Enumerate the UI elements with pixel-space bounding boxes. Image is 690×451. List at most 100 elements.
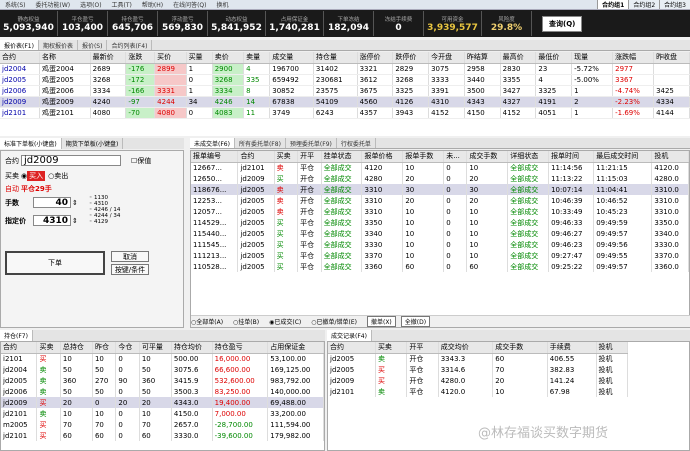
tab-futures-order[interactable]: 期货下单板(小键盘) — [62, 138, 124, 149]
position-row[interactable]: i2101 买 10 10 0 10 500.00 16,000.00 53,100.00 — [1, 353, 324, 364]
deal-row[interactable]: jd2009 买开仓 4280.0 20 141.24 投机 — [328, 375, 629, 386]
position-row[interactable]: jd2004 卖 50 50 0 50 3075.6 66,600.00 169,125.00 — [1, 364, 324, 375]
column-header[interactable]: 合约 — [237, 151, 275, 163]
column-header[interactable]: 昨仓 — [92, 342, 117, 354]
tab-deals[interactable]: 成交记录(F4) — [327, 330, 372, 341]
column-header[interactable]: 总持仓 — [60, 342, 93, 354]
column-header[interactable]: 可平量 — [139, 342, 172, 354]
column-header[interactable]: 名称 — [39, 52, 91, 64]
column-header[interactable]: 卖量 — [243, 52, 271, 64]
tab-standard-order[interactable]: 标准下单板(小键盘) — [0, 138, 62, 149]
column-header[interactable]: 合约 — [328, 342, 376, 354]
quote-row[interactable]: jd2006 鸡蛋2006 3334 -166 3331 1 3334 8 30852 23575… — [0, 85, 690, 97]
query-button[interactable]: 查询(Q) — [542, 15, 583, 32]
qty-input[interactable]: 40 — [33, 197, 71, 208]
position-row[interactable]: jd2005 卖 360 270 90 360 3415.9 532,600.00 983,79… — [1, 375, 324, 386]
column-header[interactable]: 成交量 — [269, 52, 314, 64]
order-row[interactable]: 12667... jd2101 卖平仓 全部成交 4120 10 0 10 全部成交 11:14:… — [191, 162, 689, 173]
condition-button[interactable]: 按键/条件 — [111, 264, 149, 275]
tab-preset-orders[interactable]: 预埋委托单(F9) — [286, 138, 337, 148]
quote-row[interactable]: jd2009 鸡蛋2009 4240 -97 4244 34 4246 14 67838 5410… — [0, 96, 690, 108]
tab-contract-group-3[interactable]: 合约组3 — [659, 0, 690, 9]
position-row[interactable]: jd2009 买 20 0 20 20 4343.0 19,400.00 69,488.00 — [1, 397, 324, 408]
column-header[interactable]: 成交均价 — [438, 342, 494, 354]
column-header[interactable]: 投机 — [596, 342, 629, 354]
tab-quote-table[interactable]: 报价表(F1) — [0, 40, 39, 50]
contract-input[interactable]: jd2009 — [21, 155, 121, 166]
column-header[interactable]: 最高价 — [500, 52, 537, 64]
column-header[interactable]: 昨结算 — [464, 52, 501, 64]
cancel-order-button[interactable]: 撤单(X) — [366, 316, 396, 327]
order-row[interactable]: 111545... jd2005 买平仓 全部成交 3330 10 0 10 全部成交 09:46… — [191, 239, 689, 250]
tab-contract-list[interactable]: 合约列表(F4) — [107, 40, 153, 50]
column-header[interactable]: 跌停价 — [392, 52, 430, 64]
tab-option-quote[interactable]: 期权报价表 — [39, 40, 78, 50]
column-header[interactable]: 最后成交时间 — [593, 151, 653, 163]
filter-pending[interactable]: ○挂单(B) — [233, 317, 264, 326]
column-header[interactable]: 合约 — [0, 52, 40, 64]
quote-row[interactable]: jd2004 鸡蛋2004 2689 -176 2899 1 2900 4 196700 3140… — [0, 63, 690, 75]
position-row[interactable]: jd2006 卖 50 50 0 50 3500.3 83,250.00 140,000.00 — [1, 386, 324, 397]
menu-switch[interactable]: 换机 — [212, 0, 234, 9]
column-header[interactable]: 挂单状态 — [321, 151, 363, 163]
cancel-button[interactable]: 取消 — [111, 251, 149, 262]
menu-tools[interactable]: 工具(T) — [107, 0, 137, 9]
column-header[interactable]: 报单编号 — [191, 151, 239, 163]
quote-row[interactable]: jd2101 鸡蛋2101 4080 -70 4080 0 4083 11 3749 6243 43… — [0, 107, 690, 119]
tab-positions[interactable]: 持仓(F7) — [0, 330, 33, 341]
tab-contract-group-1[interactable]: 合约组1 — [597, 0, 629, 9]
column-header[interactable]: 买卖 — [274, 151, 299, 163]
filter-filled[interactable]: ◉已成交(C) — [269, 317, 306, 326]
tab-all-orders[interactable]: 所有委托单(F8) — [235, 138, 286, 148]
quote-row[interactable]: jd2005 鸡蛋2005 3268 -172 0 3268 335 659492 230681… — [0, 74, 690, 86]
column-header[interactable]: 涨跌 — [125, 52, 156, 64]
menu-help[interactable]: 帮助(H) — [137, 0, 168, 9]
column-header[interactable]: 报单手数 — [402, 151, 445, 163]
column-header[interactable]: 今开盘 — [428, 52, 465, 64]
tab-unfilled[interactable]: 未成交单(F6) — [190, 138, 235, 148]
column-header[interactable]: 报单时间 — [548, 151, 595, 163]
column-header[interactable]: 占用保证金 — [267, 342, 324, 354]
column-header[interactable]: 最低价 — [535, 52, 573, 64]
cancel-all-button[interactable]: 全撤(D) — [400, 316, 431, 327]
deal-row[interactable]: jd2005 买平仓 3314.6 70 382.83 投机 — [328, 364, 629, 375]
column-header[interactable]: 成交手数 — [492, 342, 548, 354]
order-row[interactable]: 114529... jd2005 买平仓 全部成交 3350 10 0 10 全部成交 09:46… — [191, 217, 689, 228]
column-header[interactable]: 开平 — [297, 151, 322, 163]
column-header[interactable]: 卖价 — [212, 52, 245, 64]
tab-quote-s[interactable]: 报价(S) — [78, 40, 108, 50]
qty-stepper[interactable]: ⇕ — [72, 199, 78, 207]
filter-cancelled[interactable]: ○已撤单/错单(E) — [311, 317, 362, 326]
column-header[interactable]: 开平 — [406, 342, 439, 354]
column-header[interactable]: 最新价 — [90, 52, 127, 64]
deal-row[interactable]: jd2101 卖平仓 4120.0 10 67.98 投机 — [328, 386, 629, 397]
column-header[interactable]: 持仓量 — [313, 52, 358, 64]
order-row[interactable]: 12253... jd2005 卖开仓 全部成交 3310 20 0 20 全部成交 10:46:… — [191, 195, 689, 206]
order-row[interactable]: 110528... jd2005 买平仓 全部成交 3360 60 0 60 全部成交 09:25… — [191, 261, 689, 272]
column-header[interactable]: 未... — [443, 151, 468, 163]
menu-options[interactable]: 选项(O) — [75, 0, 106, 9]
column-header[interactable]: 今仓 — [115, 342, 140, 354]
column-header[interactable]: 成交手数 — [466, 151, 509, 163]
order-row[interactable]: 118676... jd2005 卖开仓 全部成交 3310 30 0 30 全部成交 10:07… — [191, 184, 689, 195]
column-header[interactable]: 现量 — [571, 52, 614, 64]
deal-row[interactable]: jd2005 卖开仓 3343.3 60 406.55 投机 — [328, 353, 629, 364]
column-header[interactable]: 手续费 — [547, 342, 597, 354]
column-header[interactable]: 买价 — [154, 52, 187, 64]
menu-order[interactable]: 委托功能(W) — [31, 0, 76, 9]
price-stepper[interactable]: ⇕ — [72, 217, 78, 225]
column-header[interactable]: 涨跌幅 — [612, 52, 655, 64]
column-header[interactable]: 合约 — [1, 342, 38, 354]
column-header[interactable]: 买卖 — [375, 342, 408, 354]
order-row[interactable]: 12650... jd2009 买开仓 全部成交 4280 20 0 20 全部成交 11:13:… — [191, 173, 689, 184]
column-header[interactable]: 涨停价 — [357, 52, 394, 64]
openclose-value[interactable]: 平仓29手 — [21, 184, 52, 194]
position-row[interactable]: jd2101 卖 10 10 0 10 4150.0 7,000.00 33,200.00 — [1, 408, 324, 419]
column-header[interactable]: 详细状态 — [507, 151, 550, 163]
submit-order-button[interactable]: 下单 — [5, 251, 105, 275]
filter-all[interactable]: ○全部单(A) — [191, 317, 228, 326]
column-header[interactable]: 昨收盘 — [653, 52, 690, 64]
order-row[interactable]: 111213... jd2005 买平仓 全部成交 3370 10 0 10 全部成交 09:27… — [191, 250, 689, 261]
column-header[interactable]: 持仓均价 — [171, 342, 213, 354]
tab-contract-group-2[interactable]: 合约组2 — [628, 0, 660, 9]
